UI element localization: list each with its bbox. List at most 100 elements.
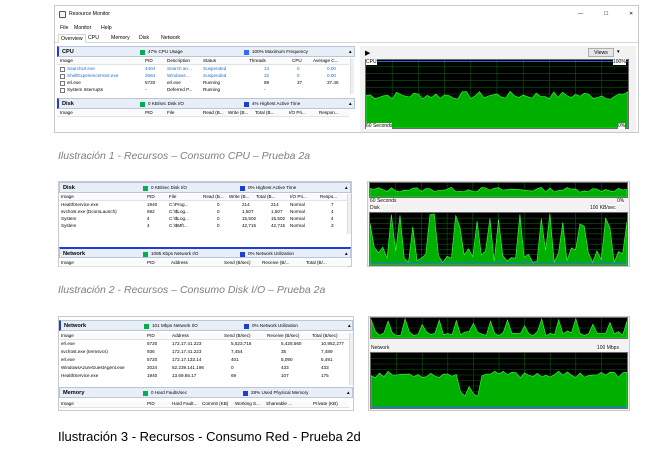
network-section-header[interactable]: Network 101 Mbps Network I/O 0% Network … <box>59 320 353 331</box>
col-total[interactable]: Total (B/sec) <box>312 333 338 339</box>
memory-section-header[interactable]: Memory 0 Hard Faults/sec 28% Used Physic… <box>59 387 353 398</box>
col-read[interactable]: Read (B... <box>203 194 224 200</box>
disk-scrollbar[interactable] <box>347 194 351 234</box>
col-send[interactable]: Send (B/sec) <box>224 333 251 339</box>
collapse-icon[interactable]: ▲ <box>348 49 353 55</box>
resource-monitor-window: Resource Monitor — ☐ ✕ File Monitor Help… <box>54 5 639 133</box>
table-row[interactable]: erl.exe 5720 172.17.133.14 401 5,090 5,491 <box>59 357 349 364</box>
col-io-priority[interactable]: I/O Pri... <box>289 110 306 116</box>
col-receive[interactable]: Receive (B/... <box>262 260 290 266</box>
collapse-icon[interactable]: ▲ <box>347 323 352 329</box>
col-pid[interactable]: PID <box>147 401 155 407</box>
table-row[interactable]: ShellExperienceHost.exe 2684 Windows ... Su… <box>57 73 349 80</box>
tab-disk[interactable]: Disk <box>137 34 151 43</box>
table-row[interactable]: SearchUI.exe 4404 Search an... Suspended 14 0… <box>57 66 349 73</box>
col-status[interactable]: Status <box>203 58 216 64</box>
col-pid[interactable]: PID <box>147 260 155 266</box>
maximize-icon[interactable]: ☐ <box>604 11 609 18</box>
col-image[interactable]: Image <box>60 110 73 116</box>
col-cpu[interactable]: CPU <box>292 58 302 64</box>
network-section-header[interactable]: Network 1085 Kbps Network I/O 0% Network… <box>59 247 351 258</box>
col-address[interactable]: Address <box>172 333 189 339</box>
col-address[interactable]: Address <box>171 260 188 266</box>
table-cell: - <box>264 87 266 92</box>
network-graph-max: 100 Mbps <box>597 345 619 351</box>
col-working-set[interactable]: Working S... <box>235 401 260 407</box>
col-private[interactable]: Private (KB) <box>313 401 338 407</box>
table-cell: 5,428,560 <box>281 341 302 346</box>
menu-help[interactable]: Help <box>101 25 112 32</box>
col-write[interactable]: Write (B... <box>229 194 249 200</box>
col-response[interactable]: Respo... <box>320 194 337 200</box>
tab-cpu[interactable]: CPU <box>86 34 101 43</box>
col-image[interactable]: Image <box>61 194 74 200</box>
section-name: Disk <box>62 101 74 107</box>
close-icon[interactable]: ✕ <box>629 11 633 18</box>
table-row[interactable]: erl.exe 5720 erl.exe Running 88 37 37.46 <box>57 80 349 87</box>
cpu-scrollbar[interactable] <box>350 58 354 94</box>
col-hard-faults[interactable]: Hard Fault... <box>172 401 197 407</box>
tab-network[interactable]: Network <box>159 34 182 43</box>
table-cell: 0 <box>297 66 300 71</box>
menu-monitor[interactable]: Monitor <box>74 25 91 32</box>
table-row[interactable]: System Interrupts - Deferred P... Running - <box>57 87 349 94</box>
table-row[interactable]: erl.exe 5720 172.17.41.223 5,523,716 5,428,5… <box>59 341 349 348</box>
row-checkbox[interactable] <box>60 67 65 72</box>
tab-memory[interactable]: Memory <box>109 34 132 43</box>
col-response[interactable]: Respon... <box>319 110 339 116</box>
col-pid[interactable]: PID <box>147 194 155 200</box>
col-total[interactable]: Total (B... <box>256 194 275 200</box>
col-io-priority[interactable]: I/O Pri... <box>290 194 307 200</box>
collapse-icon[interactable]: ▲ <box>346 390 351 396</box>
disk-graph-plot <box>370 213 627 265</box>
col-threads[interactable]: Threads <box>249 58 266 64</box>
col-file[interactable]: File <box>169 194 176 200</box>
col-image[interactable]: Image <box>61 260 74 266</box>
col-pid[interactable]: PID <box>147 333 155 339</box>
table-row[interactable]: svchost.exe (DcomLaunch) 692 C:\$Log... 0 1,… <box>59 209 347 216</box>
collapse-icon[interactable]: ▲ <box>348 101 353 107</box>
col-description[interactable]: Description <box>167 58 190 64</box>
col-send[interactable]: Send (B/sec) <box>224 260 251 266</box>
col-file[interactable]: File <box>167 110 174 116</box>
col-receive[interactable]: Receive (B/sec) <box>267 333 299 339</box>
disk-section-header[interactable]: Disk 0 KB/sec Disk I/O 4% Highest Active… <box>57 98 355 109</box>
col-image[interactable]: Image <box>61 333 74 339</box>
disk-io-stat: 0 KB/sec Disk I/O <box>151 185 187 190</box>
expand-icon[interactable]: ▶ <box>365 49 370 57</box>
col-total[interactable]: Total (B/... <box>306 260 327 266</box>
table-row[interactable]: System 4 C:\$Mft... 0 42,715 42,715 Normal 3 <box>59 223 347 230</box>
time-span-label: 60 Seconds <box>370 198 397 204</box>
views-button[interactable]: Views <box>588 48 614 57</box>
table-row[interactable]: HealthService.exe 1940 13.69.65.17 69 107 175 <box>59 373 349 380</box>
table-row[interactable]: svchost.exe (termsvcs) 936 172.17.41.223 7,… <box>59 349 349 356</box>
disk-section-header[interactable]: Disk 0 KB/sec Disk I/O 0% Highest Active… <box>59 182 351 193</box>
table-row[interactable]: HealthService.exe 1940 C:\Prog... 0 214 214 No… <box>59 202 347 209</box>
col-average-cpu[interactable]: Average C... <box>313 58 338 64</box>
col-total[interactable]: Total (B... <box>255 110 274 116</box>
table-cell: C:\$Mft... <box>169 223 188 228</box>
table-row[interactable]: WindowsAzureGuestAgent.exe 2024 52.239.141… <box>59 365 349 372</box>
col-commit[interactable]: Commit (KB) <box>202 401 228 407</box>
col-read[interactable]: Read (B... <box>203 110 224 116</box>
table-cell: 35 <box>281 349 287 354</box>
col-pid[interactable]: PID <box>145 58 153 64</box>
tab-overview[interactable]: Overview <box>58 34 86 43</box>
network-scrollbar[interactable] <box>349 333 353 385</box>
row-checkbox[interactable] <box>60 81 65 86</box>
cpu-section-header[interactable]: CPU 47% CPU Usage 100% Maximum Frequency… <box>57 46 355 57</box>
col-image[interactable]: Image <box>60 58 73 64</box>
col-write[interactable]: Write (B... <box>228 110 248 116</box>
col-image[interactable]: Image <box>61 401 74 407</box>
menu-file[interactable]: File <box>60 25 68 32</box>
table-cell: 214 <box>242 202 250 207</box>
table-row[interactable]: System 4 C:\$Log... 0 15,502 15,502 Normal 4 <box>59 216 347 223</box>
collapse-icon[interactable]: ▲ <box>344 185 349 191</box>
col-shareable[interactable]: Shareable ... <box>266 401 292 407</box>
row-checkbox[interactable] <box>60 88 65 93</box>
col-pid[interactable]: PID <box>145 110 153 116</box>
views-dropdown-icon[interactable]: ▼ <box>616 49 621 55</box>
collapse-icon[interactable]: ▲ <box>344 251 349 257</box>
minimize-icon[interactable]: — <box>578 11 583 18</box>
row-checkbox[interactable] <box>60 74 65 79</box>
